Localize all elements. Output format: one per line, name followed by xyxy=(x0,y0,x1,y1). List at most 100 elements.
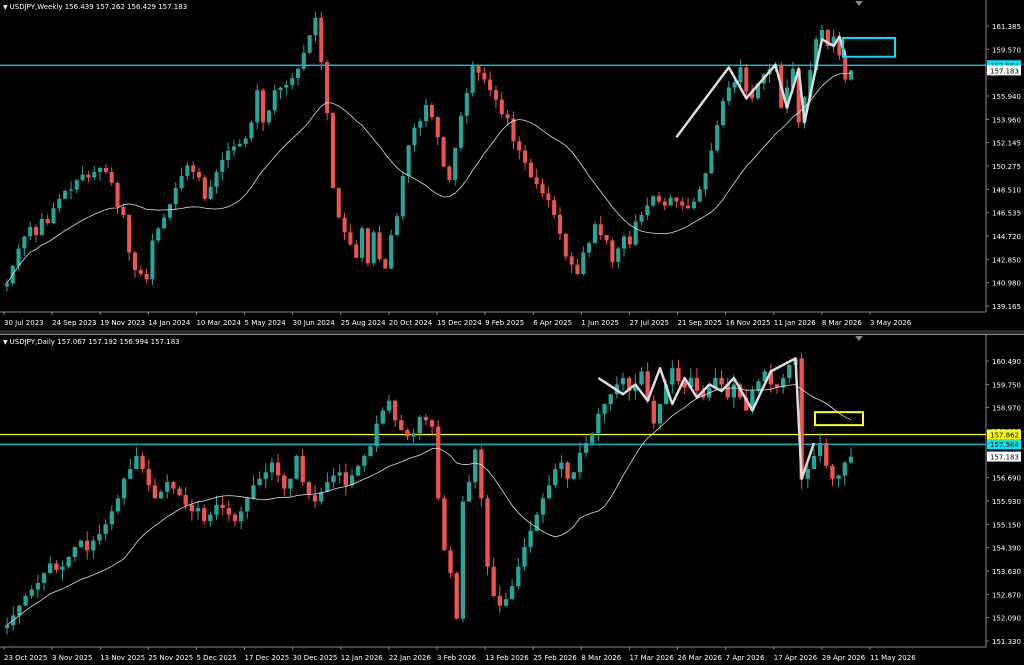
candle-body xyxy=(183,495,188,505)
price-tick-label: 155.150 xyxy=(992,521,1021,529)
candle-body xyxy=(738,67,743,83)
candle-body xyxy=(208,186,213,199)
candle-body xyxy=(553,469,558,486)
candle-body xyxy=(343,472,349,486)
candle-body xyxy=(540,184,545,194)
candle-body xyxy=(208,514,213,522)
date-tick-label: 12 Jan 2026 xyxy=(341,654,384,662)
candle-body xyxy=(656,196,662,202)
candle-body xyxy=(497,595,502,606)
candle-body xyxy=(505,114,510,119)
candle-body xyxy=(651,400,656,424)
candle-body xyxy=(57,198,62,209)
candle-body xyxy=(473,449,478,483)
target-box xyxy=(814,411,864,427)
candle-body xyxy=(668,197,673,206)
candle-body xyxy=(563,233,568,257)
candle-body xyxy=(360,228,365,258)
candle-body xyxy=(571,472,576,479)
candle-body xyxy=(559,462,564,470)
candle-body xyxy=(569,256,574,265)
candle-body xyxy=(72,547,77,557)
date-tick-label: 17 Mar 2026 xyxy=(629,654,674,662)
price-tick-label: 161.385 xyxy=(992,23,1021,31)
candle-body xyxy=(63,190,68,199)
candle-body xyxy=(843,55,848,80)
candle-body xyxy=(91,540,96,551)
daily-chart-pane[interactable]: 160.490159.750158.970158.210157.440156.6… xyxy=(0,334,1024,665)
price-tick-label: 151.330 xyxy=(992,638,1021,646)
candle-body xyxy=(842,462,847,476)
candle-body xyxy=(103,168,108,173)
candle-body xyxy=(261,90,266,123)
date-tick-label: 22 Jan 2026 xyxy=(389,654,432,662)
candle-body xyxy=(517,141,522,151)
candle-body xyxy=(577,452,583,473)
candle-body xyxy=(231,146,237,151)
price-tick-label: 139.165 xyxy=(992,303,1021,311)
candle-body xyxy=(249,122,254,139)
candle-body xyxy=(657,403,663,424)
date-tick-label: 11 May 2026 xyxy=(870,654,916,662)
candle-body xyxy=(128,469,133,479)
candle-body xyxy=(575,264,580,274)
date-tick-label: 26 Mar 2026 xyxy=(678,654,723,662)
price-tick-label: 152.090 xyxy=(992,615,1021,623)
daily-chart-header: ▼ USDJPY,Daily 157.067 157.192 156.994 15… xyxy=(3,338,180,346)
candle-body xyxy=(86,174,91,178)
weekly-chart-pane[interactable]: 161.385159.570157.755155.940153.960152.1… xyxy=(0,0,1024,331)
candle-body xyxy=(109,172,114,183)
candle-body xyxy=(817,443,823,457)
candle-body xyxy=(610,240,615,262)
price-tick-label: 158.970 xyxy=(992,405,1021,413)
candle-body xyxy=(697,189,702,202)
candle-body xyxy=(152,485,158,499)
candle-body xyxy=(493,90,498,100)
candle-body xyxy=(284,84,289,88)
candle-body xyxy=(596,413,601,434)
date-tick-label: 14 Jan 2024 xyxy=(148,319,191,327)
candle-body xyxy=(709,150,714,174)
candle-body xyxy=(275,462,281,476)
candle-body xyxy=(448,550,453,574)
date-tick-label: 3 Feb 2026 xyxy=(437,654,477,662)
daily-chart-canvas[interactable]: 160.490159.750158.970158.210157.440156.6… xyxy=(0,335,1024,665)
candle-body xyxy=(134,456,139,470)
candle-body xyxy=(394,216,400,236)
chart-window: 161.385159.570157.755155.940153.960152.1… xyxy=(0,0,1024,665)
price-tick-label: 152.870 xyxy=(992,591,1021,599)
collapse-triangle-icon[interactable]: ▼ xyxy=(3,339,8,346)
candle-body xyxy=(29,589,34,596)
candle-body xyxy=(633,221,638,245)
candle-body xyxy=(604,235,609,241)
candle-body xyxy=(282,475,287,489)
candle-body xyxy=(399,420,404,431)
date-tick-label: 10 Mar 2024 xyxy=(196,319,241,327)
candle-body xyxy=(476,66,481,73)
candle-body xyxy=(516,566,521,587)
daily-header-text: USDJPY,Daily 157.067 157.192 156.994 157… xyxy=(9,338,180,346)
candle-body xyxy=(365,228,370,264)
date-tick-label: 1 Jun 2025 xyxy=(581,319,619,327)
candle-body xyxy=(354,244,359,258)
candle-body xyxy=(546,193,551,201)
candle-body xyxy=(245,498,250,512)
candle-body xyxy=(405,430,410,437)
candle-body xyxy=(167,204,172,218)
candle-body xyxy=(300,456,305,483)
candle-body xyxy=(583,443,589,453)
candle-body xyxy=(202,508,207,522)
date-tick-label: 23 Oct 2025 xyxy=(4,654,47,662)
candle-body xyxy=(691,201,696,209)
candle-body xyxy=(45,218,50,224)
collapse-triangle-icon[interactable]: ▼ xyxy=(3,4,8,11)
weekly-chart-canvas[interactable]: 161.385159.570157.755155.940153.960152.1… xyxy=(0,0,1024,330)
candle-body xyxy=(546,485,552,499)
date-tick-label: 6 Apr 2025 xyxy=(533,319,572,327)
candle-body xyxy=(616,248,621,262)
candle-body xyxy=(23,595,28,606)
candle-body xyxy=(140,456,145,470)
date-tick-label: 17 Dec 2025 xyxy=(245,654,290,662)
candle-body xyxy=(389,235,394,269)
candle-body xyxy=(552,200,557,215)
